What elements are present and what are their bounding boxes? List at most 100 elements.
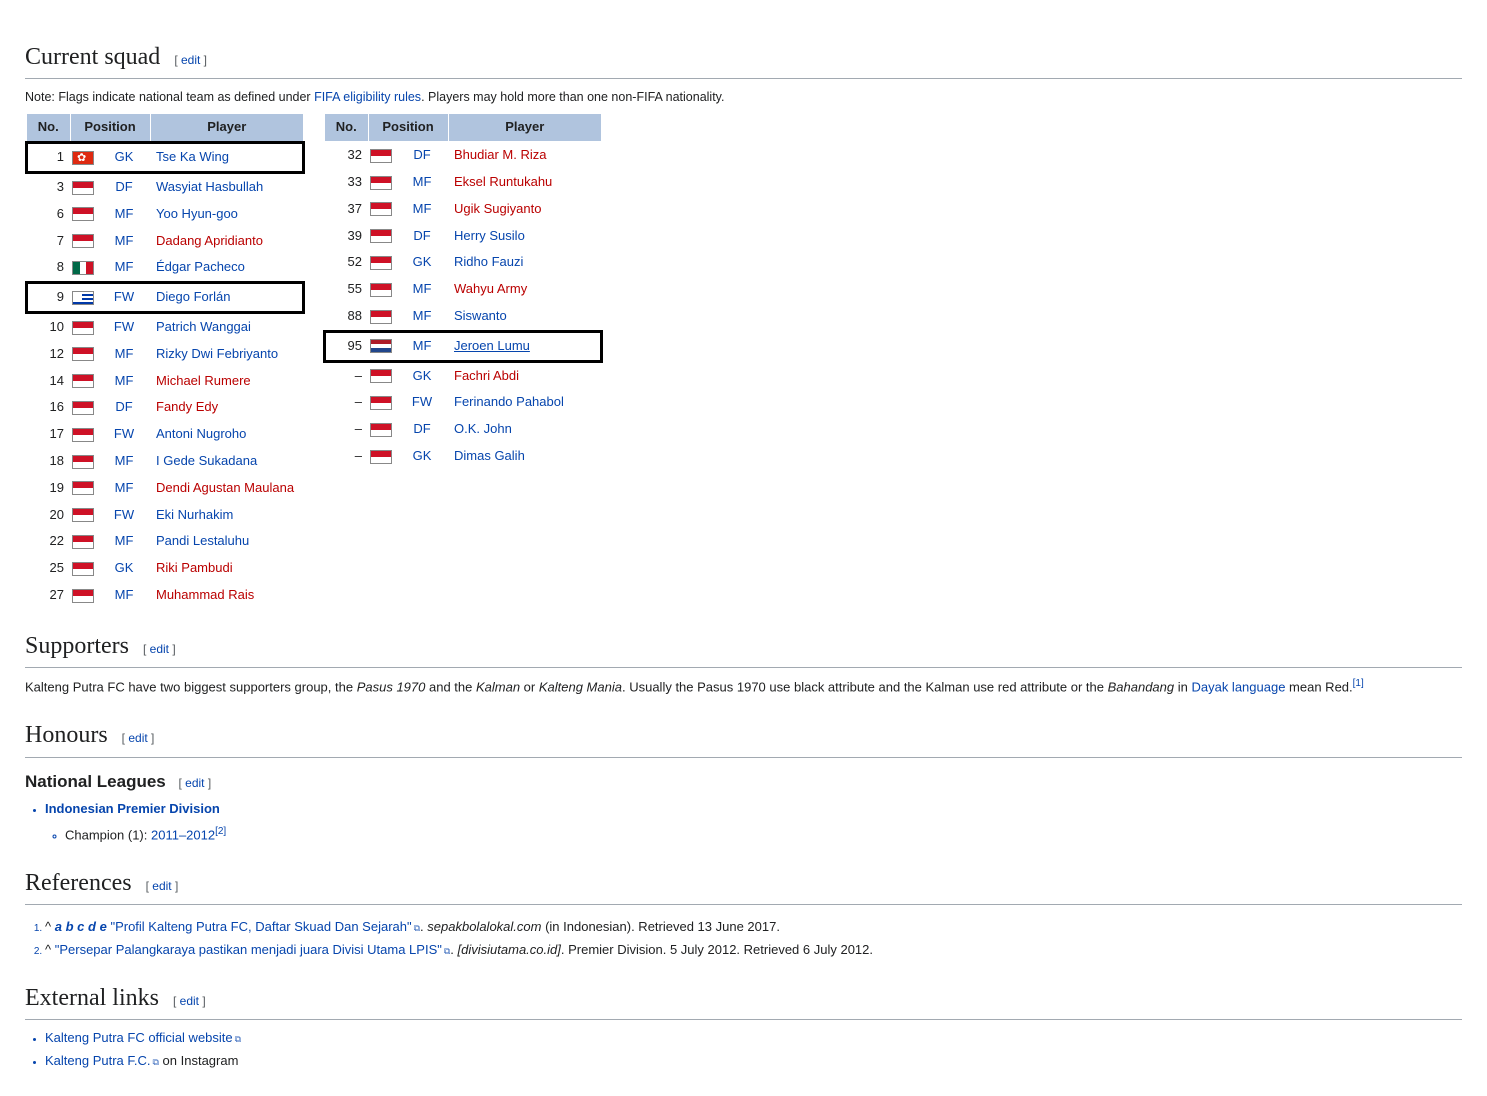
player-link[interactable]: Wasyiat Hasbullah [156, 179, 263, 194]
cell-pos: FW [98, 283, 150, 313]
position-link[interactable]: FW [114, 426, 134, 441]
position-link[interactable]: MF [413, 201, 432, 216]
squad-table-left: No. Position Player 1GKTse Ka Wing3DFWas… [25, 113, 305, 608]
position-link[interactable]: DF [413, 147, 430, 162]
player-link[interactable]: Siswanto [454, 308, 507, 323]
player-link[interactable]: I Gede Sukadana [156, 453, 257, 468]
player-link[interactable]: O.K. John [454, 421, 512, 436]
position-link[interactable]: GK [115, 560, 134, 575]
flag-icon [370, 229, 392, 243]
position-link[interactable]: MF [413, 174, 432, 189]
player-link[interactable]: Édgar Pacheco [156, 259, 245, 274]
ref-backlink[interactable]: c [77, 919, 84, 934]
edit-link-squad[interactable]: edit [181, 53, 200, 67]
player-link[interactable]: Dimas Galih [454, 448, 525, 463]
cell-flag [70, 228, 98, 255]
player-link[interactable]: Wahyu Army [454, 281, 527, 296]
ref-backlink[interactable]: b [66, 919, 74, 934]
position-link[interactable]: GK [413, 254, 432, 269]
cell-pos: MF [98, 341, 150, 368]
table-row: 7MFDadang Apridianto [27, 228, 304, 255]
position-link[interactable]: MF [115, 233, 134, 248]
ref-title-link[interactable]: "Persepar Palangkaraya pastikan menjadi … [55, 942, 451, 957]
edit-link-natleagues[interactable]: edit [185, 776, 204, 790]
position-link[interactable]: MF [115, 259, 134, 274]
player-link[interactable]: Bhudiar M. Riza [454, 147, 546, 162]
flag-icon [72, 321, 94, 335]
player-link[interactable]: Dendi Agustan Maulana [156, 480, 294, 495]
position-link[interactable]: GK [413, 448, 432, 463]
position-link[interactable]: MF [115, 453, 134, 468]
ref-1-link[interactable]: [1] [1353, 678, 1364, 689]
player-link[interactable]: Michael Rumere [156, 373, 251, 388]
position-link[interactable]: GK [115, 149, 134, 164]
player-link[interactable]: Patrich Wanggai [156, 319, 251, 334]
ref-backlink[interactable]: d [88, 919, 96, 934]
position-link[interactable]: DF [115, 399, 132, 414]
position-link[interactable]: FW [114, 319, 134, 334]
reference-item: ^ "Persepar Palangkaraya pastikan menjad… [45, 940, 1462, 961]
player-link[interactable]: Herry Susilo [454, 228, 525, 243]
position-link[interactable]: DF [115, 179, 132, 194]
player-link[interactable]: Fachri Abdi [454, 368, 519, 383]
flag-icon [72, 291, 94, 305]
player-link[interactable]: Eki Nurhakim [156, 507, 233, 522]
player-link[interactable]: Tse Ka Wing [156, 149, 229, 164]
season-link[interactable]: 2011–2012 [151, 827, 215, 842]
position-link[interactable]: MF [413, 308, 432, 323]
position-link[interactable]: MF [115, 206, 134, 221]
reference-item: ^ a b c d e "Profil Kalteng Putra FC, Da… [45, 917, 1462, 938]
position-link[interactable]: MF [115, 373, 134, 388]
position-link[interactable]: FW [114, 289, 134, 304]
cell-player: Ugik Sugiyanto [448, 196, 602, 223]
position-link[interactable]: MF [115, 533, 134, 548]
position-link[interactable]: MF [413, 338, 432, 353]
cell-no: 10 [27, 312, 71, 340]
fifa-rules-link[interactable]: FIFA eligibility rules [314, 90, 421, 104]
position-link[interactable]: MF [115, 480, 134, 495]
position-link[interactable]: DF [413, 421, 430, 436]
player-link[interactable]: Eksel Runtukahu [454, 174, 552, 189]
note-prefix: Note: Flags indicate national team as de… [25, 90, 314, 104]
position-link[interactable]: MF [115, 587, 134, 602]
player-link[interactable]: Diego Forlán [156, 289, 230, 304]
position-link[interactable]: FW [114, 507, 134, 522]
player-link[interactable]: Yoo Hyun-goo [156, 206, 238, 221]
flag-icon [72, 261, 94, 275]
ref-2-link[interactable]: [2] [215, 826, 226, 837]
player-link[interactable]: Muhammad Rais [156, 587, 254, 602]
flag-icon [370, 396, 392, 410]
player-link[interactable]: Fandy Edy [156, 399, 218, 414]
player-link[interactable]: Rizky Dwi Febriyanto [156, 346, 278, 361]
dayak-language-link[interactable]: Dayak language [1191, 679, 1285, 694]
external-link[interactable]: Kalteng Putra F.C. [45, 1053, 159, 1068]
edit-link-references[interactable]: edit [152, 879, 171, 893]
player-link[interactable]: Dadang Apridianto [156, 233, 263, 248]
player-link[interactable]: Riki Pambudi [156, 560, 233, 575]
position-link[interactable]: FW [412, 394, 432, 409]
position-link[interactable]: GK [413, 368, 432, 383]
player-link[interactable]: Ugik Sugiyanto [454, 201, 541, 216]
cell-player: Ferinando Pahabol [448, 389, 602, 416]
subheading-national-leagues: National Leagues [ edit ] [25, 768, 1462, 795]
position-link[interactable]: MF [413, 281, 432, 296]
ref-title-link[interactable]: "Profil Kalteng Putra FC, Daftar Skuad D… [110, 919, 420, 934]
cell-player: Michael Rumere [150, 368, 304, 395]
edit-link-extlinks[interactable]: edit [180, 994, 199, 1008]
flag-icon [72, 508, 94, 522]
premier-division-link[interactable]: Indonesian Premier Division [45, 801, 220, 816]
player-link[interactable]: Antoni Nugroho [156, 426, 246, 441]
position-link[interactable]: MF [115, 346, 134, 361]
player-link[interactable]: Jeroen Lumu [454, 338, 530, 353]
player-link[interactable]: Ridho Fauzi [454, 254, 523, 269]
edit-link-supporters[interactable]: edit [150, 642, 169, 656]
ref-backlink[interactable]: e [100, 919, 107, 934]
external-link[interactable]: Kalteng Putra FC official website [45, 1030, 241, 1045]
player-link[interactable]: Ferinando Pahabol [454, 394, 564, 409]
list-item: Indonesian Premier Division Champion (1)… [45, 799, 1462, 846]
player-link[interactable]: Pandi Lestaluhu [156, 533, 249, 548]
edit-link-honours[interactable]: edit [128, 731, 147, 745]
cell-player: Ridho Fauzi [448, 249, 602, 276]
ref-backlink[interactable]: a [55, 919, 62, 934]
position-link[interactable]: DF [413, 228, 430, 243]
